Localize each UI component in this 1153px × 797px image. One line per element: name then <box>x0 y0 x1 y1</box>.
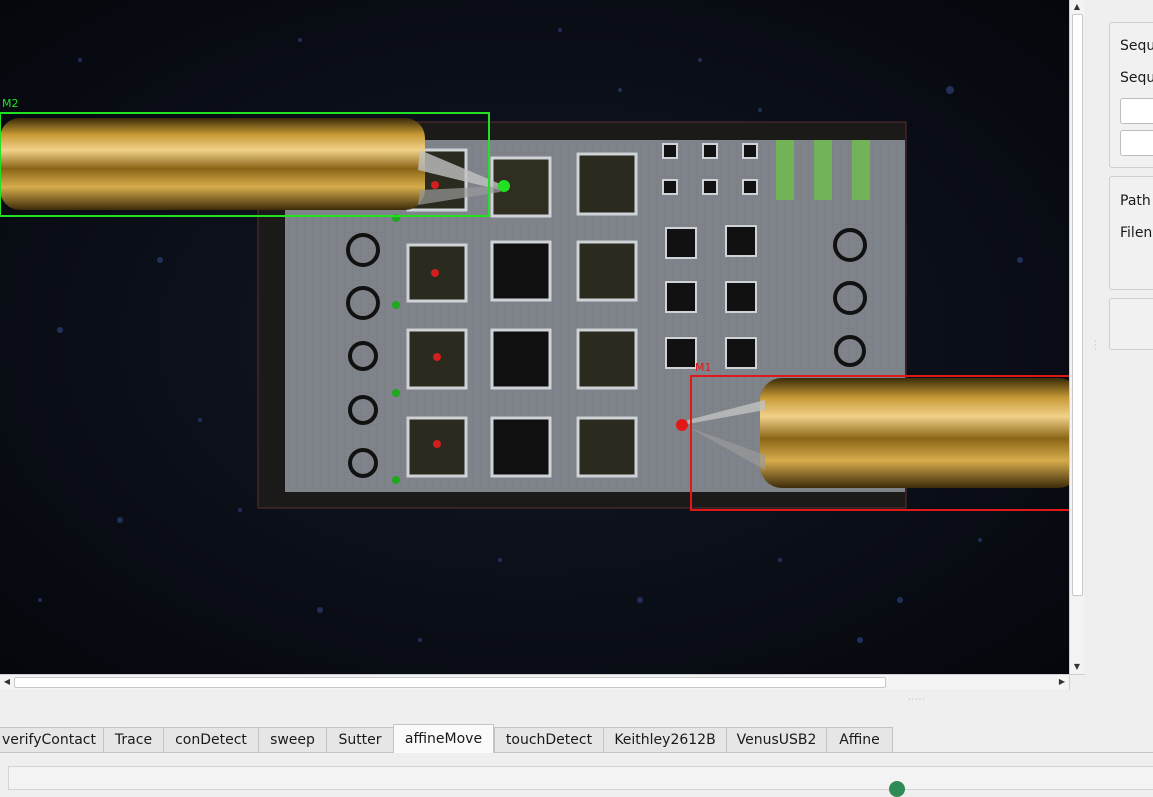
sequence-input-2[interactable] <box>1120 130 1153 156</box>
camera-image <box>0 0 1069 674</box>
triangle-up-icon[interactable]: ▲ <box>1070 0 1084 14</box>
vertical-scrollbar[interactable]: ▲ ▼ <box>1069 0 1084 674</box>
vertical-scroll-thumb[interactable] <box>1072 14 1083 596</box>
triangle-down-icon[interactable]: ▼ <box>1070 660 1084 674</box>
path-label: Path <box>1120 193 1151 209</box>
horizontal-scroll-thumb[interactable] <box>14 677 886 688</box>
tab-trace[interactable]: Trace <box>103 727 164 752</box>
tab-affine[interactable]: Affine <box>826 727 893 752</box>
triangle-right-icon[interactable]: ▶ <box>1055 675 1069 689</box>
scroll-corner <box>1069 674 1085 690</box>
tab-bar: verifyContact Trace conDetect sweep Sutt… <box>0 724 1153 754</box>
status-indicator-icon <box>889 781 905 797</box>
roi-label-m1: M1 <box>695 361 712 374</box>
horizontal-splitter-handle[interactable]: ····· <box>908 696 928 704</box>
right-panel: Sequ Sequ Path Filen <box>1096 0 1153 700</box>
tab-content-panel <box>8 766 1153 790</box>
sequence-label-2: Sequ <box>1120 70 1153 86</box>
tab-keithley2612b[interactable]: Keithley2612B <box>603 727 727 752</box>
extra-group <box>1109 298 1153 350</box>
tab-verifycontact[interactable]: verifyContact <box>0 727 104 752</box>
tab-sutter[interactable]: Sutter <box>326 727 394 752</box>
horizontal-scrollbar[interactable]: ◀ ▶ <box>0 674 1069 689</box>
triangle-left-icon[interactable]: ◀ <box>0 675 14 689</box>
filename-label: Filen <box>1120 225 1153 241</box>
tab-touchdetect[interactable]: touchDetect <box>494 727 604 752</box>
tab-sweep[interactable]: sweep <box>258 727 327 752</box>
tab-venususb2[interactable]: VenusUSB2 <box>726 727 827 752</box>
sequence-label-1: Sequ <box>1120 38 1153 54</box>
tab-affinemove[interactable]: affineMove <box>393 724 494 753</box>
roi-label-m2: M2 <box>2 97 19 110</box>
sequence-input-1[interactable] <box>1120 98 1153 124</box>
tab-condetect[interactable]: conDetect <box>163 727 259 752</box>
camera-view[interactable]: M2 M1 <box>0 0 1069 674</box>
